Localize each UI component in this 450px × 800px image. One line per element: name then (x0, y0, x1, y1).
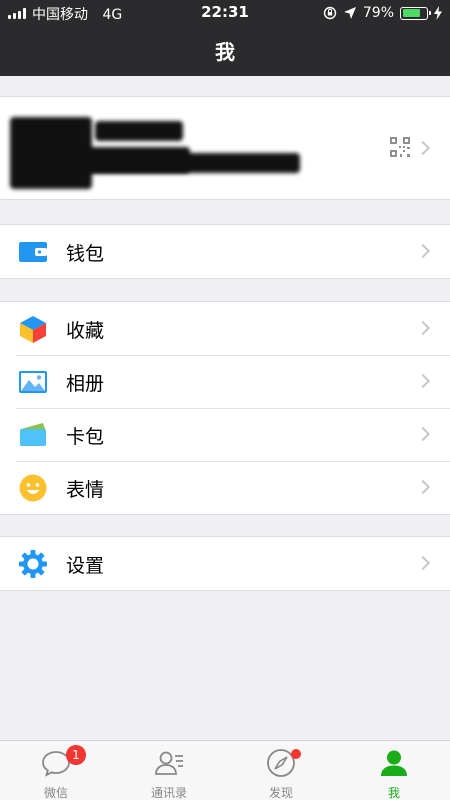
chevron-right-icon (415, 243, 431, 259)
battery-level (402, 9, 420, 17)
status-bar: 中国移动 4G 22:31 79% (0, 0, 450, 26)
page-title: 我 (215, 40, 235, 64)
tab-label-chats: 微信 (43, 786, 68, 800)
tab-label-contacts: 通讯录 (150, 786, 187, 800)
discover-dot (291, 749, 301, 759)
chevron-right-icon (415, 555, 431, 571)
chevron-right-icon (415, 426, 431, 442)
chevron-right-icon (415, 320, 431, 336)
album-icon (19, 371, 47, 393)
tab-label-discover: 发现 (268, 786, 293, 800)
status-right: 79% (323, 4, 442, 22)
tab-me[interactable]: 我 (338, 741, 450, 800)
tab-chats[interactable]: 1 微信 (0, 741, 112, 800)
wallet-icon (19, 242, 47, 262)
redacted-id (85, 153, 300, 173)
tab-discover[interactable]: 发现 (225, 741, 337, 800)
wallet-group: 钱包 (0, 224, 450, 279)
menu-label-settings: 设置 (66, 555, 105, 577)
qr-code-icon[interactable] (389, 136, 411, 158)
menu-item-settings[interactable]: 设置 (0, 537, 450, 590)
menu-label-album: 相册 (66, 373, 105, 395)
settings-group: 设置 (0, 536, 450, 591)
collection-group: 收藏 相册 卡包 表情 (0, 301, 450, 515)
chevron-right-icon (415, 373, 431, 389)
menu-label-wallet: 钱包 (66, 243, 105, 265)
profile-card[interactable] (0, 96, 450, 200)
favorites-cube-icon (20, 316, 46, 343)
tab-label-me: 我 (387, 786, 400, 800)
battery-icon (400, 6, 431, 20)
menu-item-favorites[interactable]: 收藏 (0, 302, 450, 355)
contacts-icon (155, 751, 183, 775)
person-icon (381, 750, 407, 776)
battery-percent: 79% (362, 5, 394, 21)
charging-icon (434, 6, 442, 20)
tab-bar: 1 微信 通讯录 发现 我 (0, 740, 450, 800)
rotation-lock-icon (323, 6, 337, 20)
menu-label-cards: 卡包 (66, 426, 105, 448)
unread-badge: 1 (66, 745, 86, 765)
menu-item-wallet[interactable]: 钱包 (0, 225, 450, 278)
gear-icon (19, 550, 47, 578)
menu-item-stickers[interactable]: 表情 (0, 461, 450, 514)
menu-item-cards[interactable]: 卡包 (0, 408, 450, 461)
chevron-right-icon (415, 479, 431, 495)
tab-contacts[interactable]: 通讯录 (113, 741, 225, 800)
menu-item-album[interactable]: 相册 (0, 355, 450, 408)
menu-label-stickers: 表情 (66, 479, 105, 501)
redacted-name (95, 121, 183, 141)
top-bar: 中国移动 4G 22:31 79% 我 (0, 0, 450, 76)
menu-label-favorites: 收藏 (66, 320, 105, 342)
card-package-icon (20, 423, 46, 446)
location-icon (343, 7, 356, 19)
smiley-icon (19, 474, 47, 502)
